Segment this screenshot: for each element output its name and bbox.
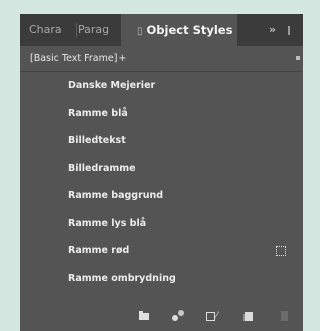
style-item-label: Ramme lys blå — [68, 217, 147, 229]
panel-tab-bar: Chara Parag ▯ Object Styles » — [20, 14, 303, 46]
frame-override-icon — [276, 246, 286, 256]
tab-close-icon[interactable]: ▯ — [129, 16, 143, 46]
clear-attributes-icon[interactable]: ⁄ — [216, 312, 218, 321]
panel-bottom-toolbar: ⁄ — [20, 304, 303, 331]
basic-text-frame-row[interactable]: [Basic Text Frame]+ — [20, 46, 303, 72]
tab-paragraph[interactable]: Parag — [78, 14, 118, 46]
tab-object-styles[interactable]: ▯ Object Styles — [121, 14, 237, 46]
clear-overrides-icon[interactable] — [206, 312, 215, 321]
style-item-ramme-roed[interactable]: Ramme rød — [20, 237, 303, 265]
tab-character[interactable]: Chara — [29, 14, 75, 46]
style-item-label: Billedramme — [68, 162, 136, 174]
panel-overflow-button[interactable]: » — [269, 14, 276, 46]
style-item-label: Ramme baggrund — [68, 190, 164, 201]
tab-object-styles-label: Object Styles — [146, 23, 233, 37]
style-item-ramme-ombrydning[interactable]: Ramme ombrydning — [20, 265, 303, 293]
style-item-ramme-baggrund[interactable]: Ramme baggrund — [20, 182, 303, 210]
trash-icon[interactable] — [281, 311, 288, 321]
style-item-label: Ramme blå — [68, 107, 128, 119]
style-item-label: Danske Mejerier — [68, 80, 156, 91]
style-item-billedramme[interactable]: Billedramme — [20, 155, 303, 183]
style-item-label: Ramme ombrydning — [68, 272, 176, 284]
style-item-danske-mejerier[interactable]: Danske Mejerier — [20, 72, 303, 100]
object-styles-list: Danske Mejerier Ramme blå Billedtekst Bi… — [20, 72, 303, 292]
basic-text-frame-label: [Basic Text Frame]+ — [30, 53, 127, 64]
style-item-label: Ramme rød — [68, 245, 130, 256]
folder-icon[interactable] — [139, 311, 149, 320]
style-item-label: Billedtekst — [68, 135, 126, 146]
panel-menu-icon[interactable] — [288, 26, 292, 35]
style-item-billedtekst[interactable]: Billedtekst — [20, 127, 303, 155]
style-item-ramme-blaa[interactable]: Ramme blå — [20, 100, 303, 128]
tab-divider — [76, 23, 77, 37]
style-item-ramme-lys-blaa[interactable]: Ramme lys blå — [20, 210, 303, 238]
new-style-icon[interactable] — [243, 312, 253, 321]
scroll-edge-icon — [296, 56, 300, 60]
style-sets-icon[interactable] — [172, 310, 186, 322]
object-styles-panel: Chara Parag ▯ Object Styles » [Basic Text… — [20, 14, 303, 331]
